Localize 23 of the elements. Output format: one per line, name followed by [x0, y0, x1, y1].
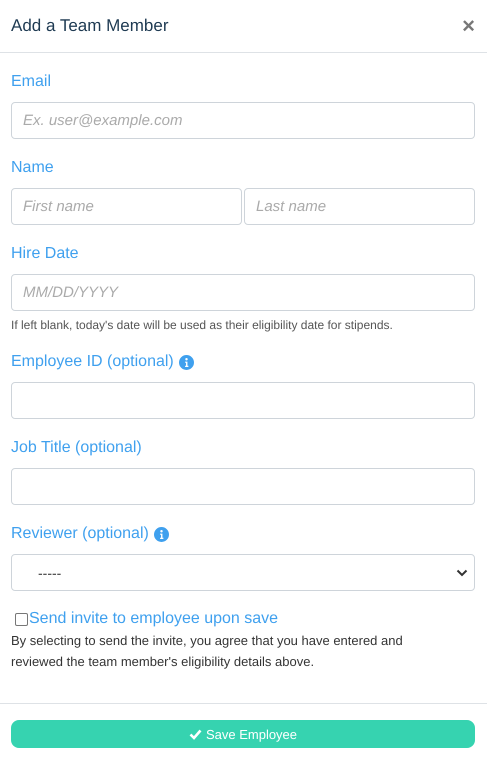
- field-label: Hire Date: [11, 245, 79, 263]
- invite-label[interactable]: Send invite to employee upon save: [29, 610, 278, 628]
- dialog-title: Add a Team Member: [11, 16, 168, 36]
- text-field[interactable]: MM/DD/YYYY: [11, 274, 475, 311]
- check-icon: [188, 728, 202, 740]
- field-label: Job Title (optional): [11, 439, 142, 457]
- reviewer-dropdown[interactable]: -----: [11, 554, 475, 591]
- invite-checkbox[interactable]: [15, 612, 28, 626]
- info-icon[interactable]: [154, 526, 169, 542]
- invite-note: By selecting to send the invite, you agree that you have entered and reviewed the team member's eligibility details above.: [11, 632, 404, 671]
- chevron-down-icon: [456, 568, 468, 576]
- help-text: If left blank, today's date will be used as their eligibility date for stipends.: [11, 317, 394, 333]
- text-field[interactable]: [11, 468, 475, 505]
- close-button[interactable]: ×: [462, 15, 475, 37]
- text-field[interactable]: Ex. user@example.com: [11, 102, 475, 139]
- field-label: Reviewer (optional): [11, 525, 149, 543]
- text-field[interactable]: [11, 382, 475, 419]
- text-field[interactable]: First name: [11, 188, 242, 225]
- text-field[interactable]: Last name: [244, 188, 475, 225]
- field-label: Employee ID (optional): [11, 353, 174, 371]
- field-label: Name: [11, 159, 54, 177]
- field-label: Email: [11, 73, 52, 91]
- info-icon[interactable]: [178, 354, 194, 370]
